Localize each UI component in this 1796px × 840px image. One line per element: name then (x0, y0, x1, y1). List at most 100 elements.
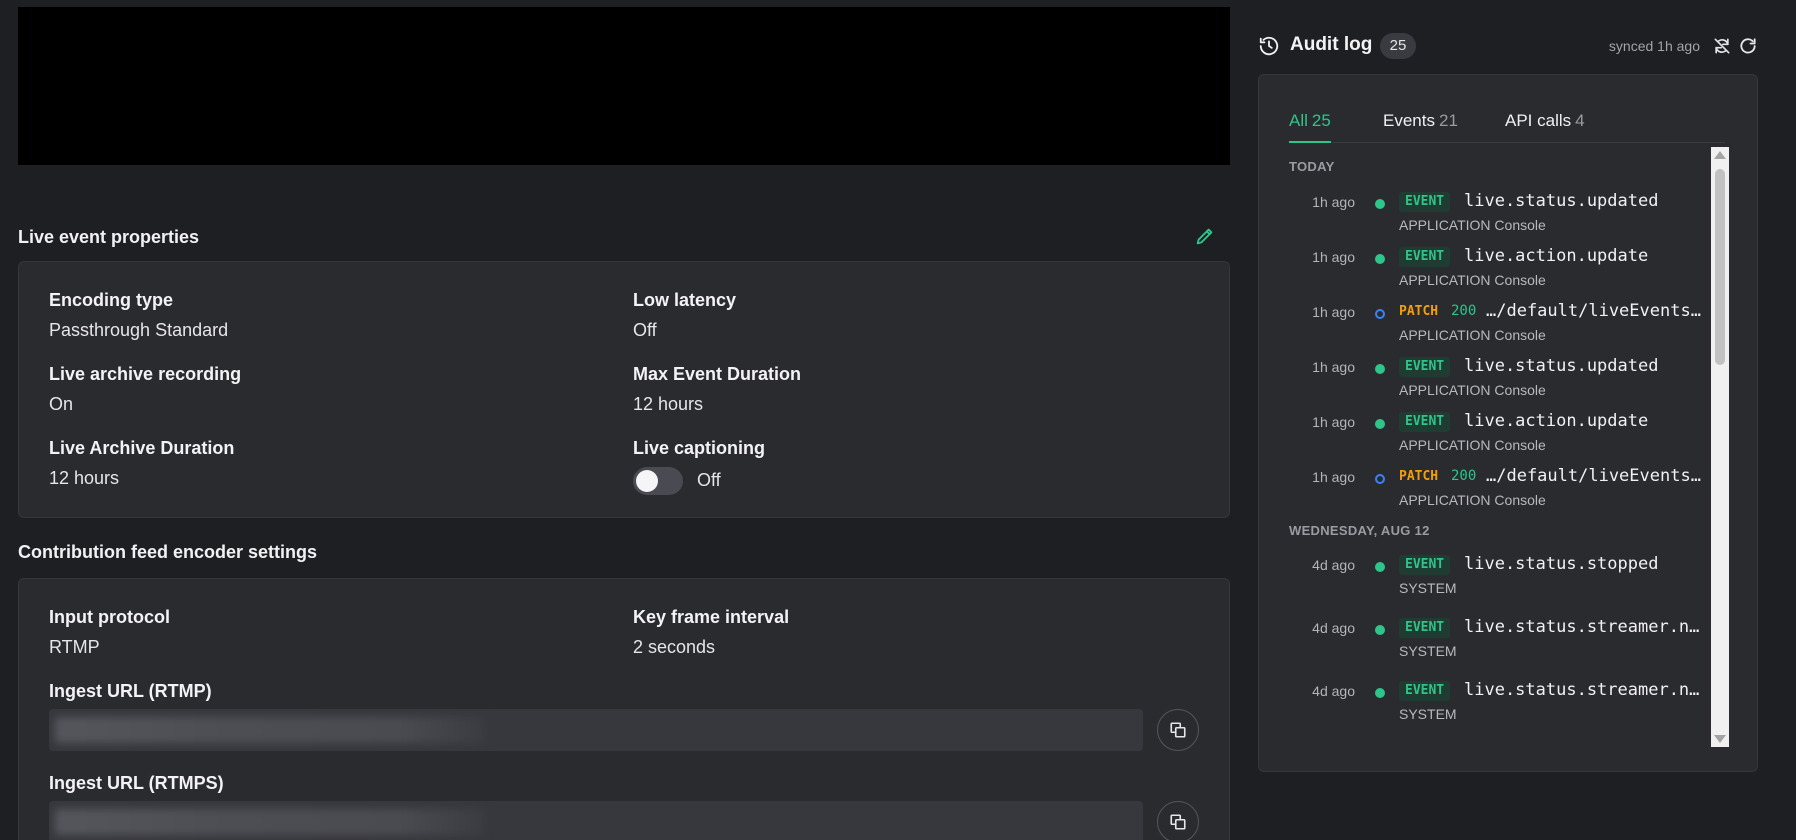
key-frame-interval-field: Key frame interval 2 seconds (633, 606, 789, 658)
audit-log-tabs: All 25 Events 21 API calls 4 (1289, 111, 1725, 143)
sync-off-icon (1714, 38, 1730, 54)
max-event-duration-label: Max Event Duration (633, 364, 802, 384)
log-entry[interactable]: 4d ago EVENT live.status.streamer.no… SY… (1289, 680, 1709, 739)
log-time: 4d ago (1312, 683, 1355, 699)
max-event-duration-field: Max Event Duration 12 hours (633, 363, 801, 415)
scroll-thumb[interactable] (1715, 169, 1725, 365)
patch-dot-icon (1375, 474, 1385, 484)
input-protocol-label: Input protocol (49, 607, 170, 627)
sync-off-button[interactable] (1712, 36, 1732, 56)
copy-rtmps-url-button[interactable] (1157, 801, 1199, 840)
live-archive-duration-label: Live Archive Duration (49, 438, 235, 458)
log-kind-badge: EVENT (1399, 192, 1451, 212)
live-captioning-field: Live captioning Off (633, 437, 833, 501)
redacted-url (55, 717, 485, 743)
log-kind-badge: EVENT (1399, 618, 1451, 638)
live-archive-duration-field: Live Archive Duration 12 hours (49, 437, 234, 489)
log-source: SYSTEM (1399, 580, 1457, 596)
live-event-panel: Live event properties Encoding type Pass… (18, 7, 1230, 840)
log-entry[interactable]: 1h ago EVENT live.action.update APPLICAT… (1289, 246, 1709, 305)
tab-label: Events (1383, 111, 1435, 130)
log-entry[interactable]: 1h ago EVENT live.status.updated APPLICA… (1289, 356, 1709, 415)
log-entry[interactable]: 1h ago PATCH 200 …/default/liveEvents/… … (1289, 466, 1709, 525)
encoder-settings-card: Input protocol RTMP Key frame interval 2… (18, 578, 1230, 840)
refresh-button[interactable] (1738, 36, 1758, 56)
scroll-up-arrow-icon[interactable] (1714, 151, 1726, 159)
key-frame-interval-label: Key frame interval (633, 607, 790, 627)
log-source: APPLICATION Console (1399, 492, 1546, 508)
toggle-knob (636, 470, 658, 492)
properties-header: Live event properties (18, 225, 1230, 251)
log-source: APPLICATION Console (1399, 382, 1546, 398)
event-dot-icon (1375, 254, 1385, 264)
log-kind-badge: EVENT (1399, 247, 1451, 267)
copy-icon (1170, 814, 1186, 830)
log-time: 1h ago (1312, 359, 1355, 375)
properties-title: Live event properties (18, 227, 200, 247)
log-kind-badge: EVENT (1399, 555, 1451, 575)
video-player[interactable] (18, 7, 1230, 165)
patch-dot-icon (1375, 309, 1385, 319)
live-archive-recording-value: On (49, 394, 74, 414)
log-source: APPLICATION Console (1399, 272, 1546, 288)
log-kind-badge: PATCH (1399, 304, 1439, 319)
event-dot-icon (1375, 364, 1385, 374)
audit-log-list[interactable]: TODAY 1h ago EVENT live.status.updated A… (1289, 147, 1709, 747)
log-name: live.status.stopped (1464, 554, 1659, 574)
live-captioning-toggle[interactable] (633, 467, 683, 495)
tab-api-calls[interactable]: API calls 4 (1505, 111, 1585, 143)
live-captioning-value: Off (697, 470, 721, 490)
sync-status: synced 1h ago (1608, 38, 1700, 54)
tab-all[interactable]: All 25 (1289, 111, 1331, 143)
log-entry[interactable]: 1h ago PATCH 200 …/default/liveEvents/… … (1289, 301, 1709, 360)
log-source: APPLICATION Console (1399, 217, 1546, 233)
ingest-rtmps-url-field[interactable] (49, 801, 1143, 840)
max-event-duration-value: 12 hours (633, 394, 704, 414)
input-protocol-value: RTMP (49, 637, 100, 657)
log-source: APPLICATION Console (1399, 437, 1546, 453)
copy-rtmp-url-button[interactable] (1157, 709, 1199, 751)
ingest-rtmp-url-field[interactable] (49, 709, 1143, 751)
log-name: live.status.updated (1464, 356, 1659, 376)
tab-events[interactable]: Events 21 (1383, 111, 1458, 143)
audit-log-count-badge: 25 (1380, 33, 1416, 59)
edit-properties-button[interactable] (1194, 225, 1220, 251)
log-time: 4d ago (1312, 557, 1355, 573)
audit-log-panel: Audit log 25 synced 1h ago All 25 Events… (1258, 0, 1758, 840)
log-time: 1h ago (1312, 469, 1355, 485)
key-frame-interval-value: 2 seconds (633, 637, 716, 657)
log-name: live.status.streamer.no… (1464, 680, 1706, 700)
log-entry[interactable]: 4d ago EVENT live.status.streamer.no… SY… (1289, 617, 1709, 676)
log-entry[interactable]: 1h ago EVENT live.action.update APPLICAT… (1289, 411, 1709, 470)
event-dot-icon (1375, 419, 1385, 429)
log-status-code: 200 (1451, 468, 1477, 484)
ingest-rtmps-label: Ingest URL (RTMPS) (49, 773, 224, 793)
log-name: live.status.streamer.no… (1464, 617, 1706, 637)
log-name: live.action.update (1464, 246, 1649, 266)
log-source: SYSTEM (1399, 706, 1457, 722)
tab-count: 21 (1438, 111, 1458, 130)
log-kind-badge: EVENT (1399, 357, 1451, 377)
log-name: …/default/liveEvents/… (1486, 466, 1706, 486)
live-captioning-label: Live captioning (633, 438, 766, 458)
audit-log-title: Audit log (1290, 34, 1373, 55)
tab-count: 4 (1575, 111, 1585, 130)
properties-card: Encoding type Passthrough Standard Low l… (18, 261, 1230, 518)
log-time: 1h ago (1312, 414, 1355, 430)
log-kind-badge: EVENT (1399, 681, 1451, 701)
log-time: 4d ago (1312, 620, 1355, 636)
low-latency-value: Off (633, 320, 657, 340)
scroll-down-arrow-icon[interactable] (1714, 735, 1726, 743)
log-entry[interactable]: 4d ago EVENT live.status.stopped SYSTEM (1289, 554, 1709, 613)
ingest-rtmp-label: Ingest URL (RTMP) (49, 681, 212, 701)
log-name: live.action.update (1464, 411, 1649, 431)
encoding-type-label: Encoding type (49, 290, 174, 310)
live-archive-recording-field: Live archive recording On (49, 363, 241, 415)
log-name: …/default/liveEvents/… (1486, 301, 1706, 321)
log-kind-badge: PATCH (1399, 469, 1439, 484)
scrollbar[interactable] (1711, 147, 1729, 747)
event-dot-icon (1375, 688, 1385, 698)
audit-log-card: All 25 Events 21 API calls 4 TODAY 1h ago E… (1258, 74, 1758, 772)
live-archive-recording-label: Live archive recording (49, 364, 242, 384)
log-entry[interactable]: 1h ago EVENT live.status.updated APPLICA… (1289, 191, 1709, 250)
